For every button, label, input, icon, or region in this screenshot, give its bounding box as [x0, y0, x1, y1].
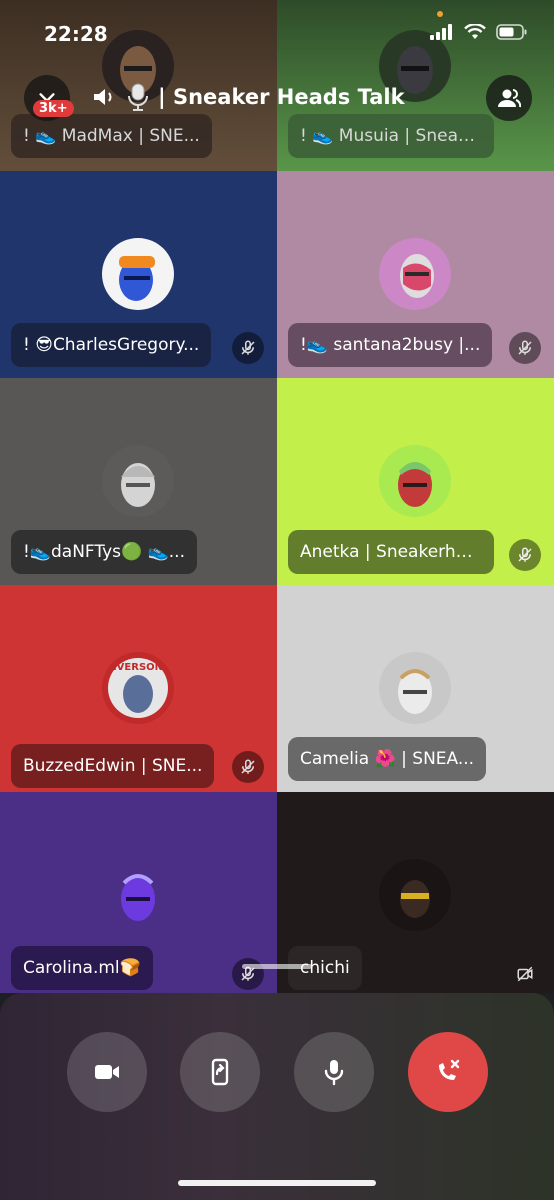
participant-tile[interactable]: chichi — [277, 792, 554, 993]
muted-icon — [509, 539, 541, 571]
participant-name: BuzzedEdwin | SNE... — [11, 744, 215, 788]
avatar — [102, 859, 174, 931]
participant-tile[interactable]: !👟 santana2busy |... — [277, 171, 554, 378]
muted-icon — [232, 751, 264, 783]
microphone-icon — [324, 1060, 344, 1086]
avatar — [102, 445, 174, 517]
microphone-icon — [128, 83, 148, 111]
notification-badge: 3k+ — [33, 100, 74, 117]
status-icons — [430, 24, 528, 40]
end-call-button[interactable] — [408, 1032, 488, 1112]
participant-name: Camelia 🌺 | SNEA... — [288, 737, 487, 781]
toggle-camera-button[interactable] — [67, 1032, 147, 1112]
status-bar: 22:28 — [0, 0, 554, 56]
participant-name: ! 😎CharlesGregory... — [11, 323, 212, 367]
participant-tile[interactable]: Anetka | Sneakerhe... — [277, 378, 554, 585]
microphone-button[interactable] — [294, 1032, 374, 1112]
camera-in-use-indicator — [437, 11, 443, 17]
avatar — [379, 652, 451, 724]
cellular-signal-icon — [430, 24, 452, 40]
avatar: IVERSON — [102, 652, 174, 724]
muted-icon — [232, 958, 264, 990]
members-icon — [498, 89, 521, 108]
svg-text:IVERSON: IVERSON — [113, 662, 163, 673]
speaker-icon — [94, 89, 112, 105]
home-indicator[interactable] — [178, 1180, 376, 1186]
video-off-icon — [509, 958, 541, 990]
avatar — [379, 445, 451, 517]
participant-tile[interactable]: !👟daNFTys🟢 👟... — [0, 378, 277, 585]
muted-icon — [232, 332, 264, 364]
screen-share-icon — [211, 1058, 229, 1086]
battery-icon — [496, 24, 527, 40]
participant-tile[interactable]: ! 😎CharlesGregory... — [0, 171, 277, 378]
end-call-icon — [439, 1059, 460, 1080]
participant-tile[interactable]: Camelia 🌺 | SNEA... — [277, 585, 554, 792]
call-header: 3k+ | Sneaker Heads Talk — [0, 72, 554, 124]
channel-name: | Sneaker Heads Talk — [158, 85, 405, 109]
avatar — [102, 238, 174, 310]
avatar — [379, 238, 451, 310]
participant-tile[interactable]: IVERSON BuzzedEdwin | SNE... — [0, 585, 277, 792]
participant-name: Carolina.ml🍞 — [11, 946, 153, 990]
participant-name: Anetka | Sneakerhe... — [288, 530, 494, 574]
muted-icon — [509, 332, 541, 364]
members-button[interactable] — [486, 75, 532, 121]
participant-name: !👟daNFTys🟢 👟... — [11, 530, 197, 574]
camera-icon — [95, 1065, 119, 1079]
screen-share-button[interactable] — [180, 1032, 260, 1112]
wifi-icon — [464, 24, 486, 39]
participant-name: !👟 santana2busy |... — [288, 323, 493, 367]
avatar — [379, 859, 451, 931]
status-time: 22:28 — [44, 22, 108, 46]
participant-tile[interactable]: Carolina.ml🍞 — [0, 792, 277, 993]
channel-title[interactable]: | Sneaker Heads Talk — [92, 82, 405, 112]
panel-grabber[interactable] — [242, 964, 312, 969]
